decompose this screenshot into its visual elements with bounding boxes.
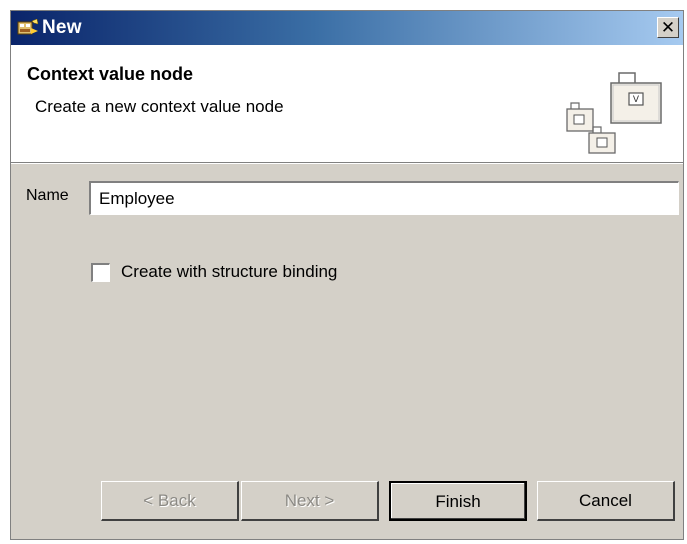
context-node-icon: V <box>559 69 669 155</box>
svg-text:V: V <box>633 95 640 105</box>
name-label: Name <box>26 187 69 204</box>
new-wizard-dialog: New ✕ Context value node Create a new co… <box>10 10 684 540</box>
header-separator <box>11 163 683 164</box>
wizard-header: Context value node Create a new context … <box>11 45 683 163</box>
close-button[interactable]: ✕ <box>657 17 679 38</box>
window-title: New <box>42 17 82 38</box>
back-button[interactable]: < Back <box>101 481 239 521</box>
page-title: Context value node <box>27 64 194 84</box>
next-button[interactable]: Next > <box>241 481 379 521</box>
finish-button[interactable]: Finish <box>389 481 527 521</box>
wizard-icon <box>17 18 39 37</box>
close-icon: ✕ <box>660 18 676 37</box>
page-description: Create a new context value node <box>35 97 284 116</box>
name-field[interactable] <box>89 181 679 215</box>
cancel-button[interactable]: Cancel <box>537 481 675 521</box>
structure-binding-checkbox[interactable] <box>91 263 110 282</box>
structure-binding-label[interactable]: Create with structure binding <box>121 262 337 282</box>
title-bar: New ✕ <box>11 11 683 45</box>
